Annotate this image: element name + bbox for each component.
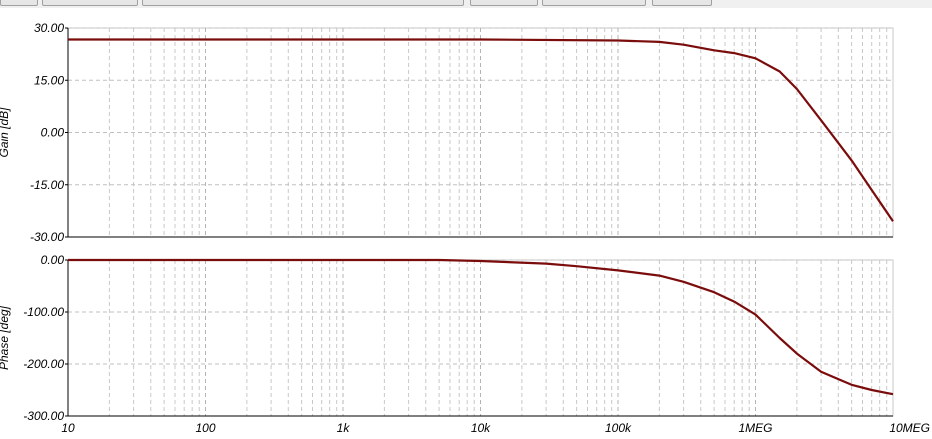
x-tick-label: 1k [337, 421, 351, 435]
y-tick-label: -200.00 [23, 357, 64, 371]
y-tick-label: 15.00 [34, 73, 64, 87]
y-tick-label: 0.00 [41, 253, 65, 267]
y-tick-label: -300.00 [23, 409, 64, 423]
bode-plot: 30.00 15.00 0.00 -15.00 -30.00 Gain [dB] 0.00… [0, 21, 930, 435]
phase-panel: 0.00 -100.00 -200.00 -300.00 Phase [deg] 10 10… [0, 253, 930, 435]
x-tick-label: 100k [605, 421, 632, 435]
gain-panel: 30.00 15.00 0.00 -15.00 -30.00 Gain [dB] [0, 21, 894, 244]
x-tick-label: 1MEG [738, 421, 772, 435]
x-tick-label: 100 [195, 421, 215, 435]
x-tick-label: 10MEG [889, 421, 930, 435]
y-tick-label: 30.00 [34, 21, 64, 35]
x-tick-label: 10 [61, 421, 75, 435]
x-tick-label: 10k [471, 421, 491, 435]
y-axis-label: Phase [deg] [0, 305, 11, 370]
y-tick-label: -30.00 [30, 230, 64, 244]
y-tick-label: -15.00 [30, 178, 64, 192]
y-tick-label: 0.00 [41, 126, 65, 140]
y-tick-label: -100.00 [23, 305, 64, 319]
y-axis-label: Gain [dB] [0, 107, 11, 158]
